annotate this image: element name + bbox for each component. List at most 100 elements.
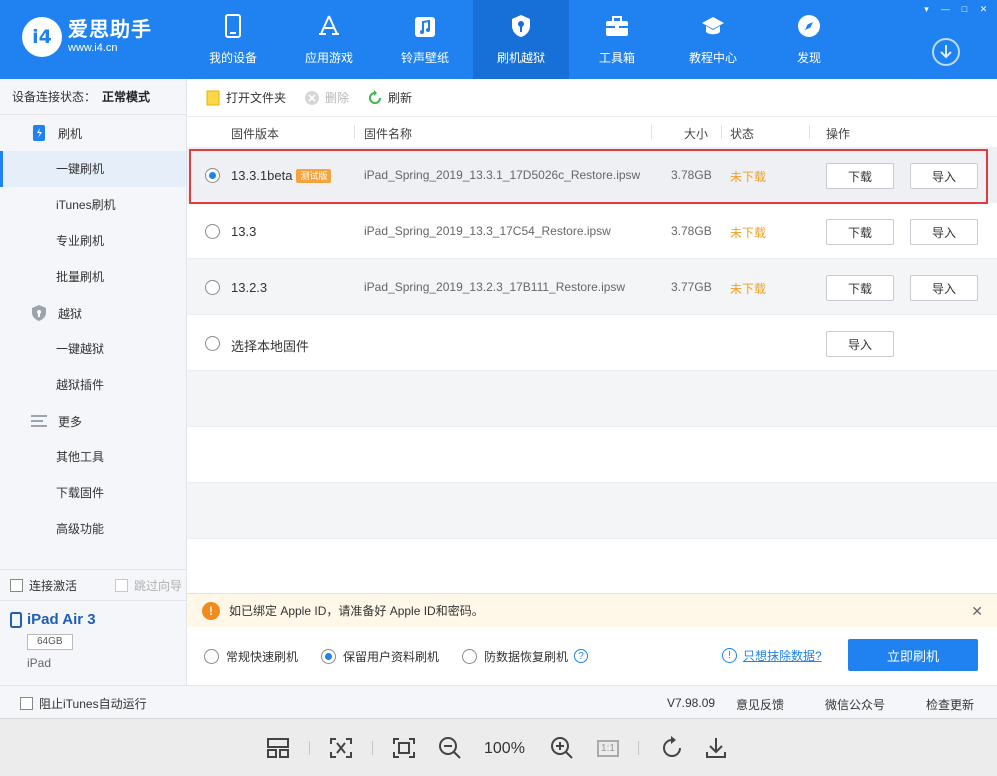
minimize-icon[interactable]: — (938, 2, 953, 16)
header-status: 状态 (730, 127, 755, 141)
skip-guide-checkbox[interactable] (115, 578, 129, 592)
notice-text: 如已绑定 Apple ID，请准备好 Apple ID和密码。 (229, 604, 484, 618)
device-info: iPad Air 3 64GB iPad (0, 601, 186, 680)
option-quick-flash[interactable]: 常规快速刷机 (204, 648, 298, 665)
local-firmware-row[interactable]: 选择本地固件 导入 (187, 315, 997, 371)
import-button[interactable]: 导入 (910, 275, 978, 301)
nav-label: 应用游戏 (304, 51, 353, 65)
import-button[interactable]: 导入 (910, 219, 978, 245)
sidebar-section-more[interactable]: 更多 (0, 403, 186, 439)
sidebar-item-download-firmware[interactable]: 下载固件 (0, 475, 186, 511)
firmware-filename: iPad_Spring_2019_13.2.3_17B111_Restore.i… (364, 280, 626, 294)
close-icon[interactable]: ✕ (976, 2, 991, 16)
header-divider (809, 125, 810, 139)
nav-tutorials[interactable]: 教程中心 (665, 0, 761, 79)
wechat-link[interactable]: 微信公众号 (825, 696, 885, 713)
menu-lines-icon (30, 412, 48, 430)
download-manager-icon[interactable] (932, 38, 960, 66)
option-keep-data-flash[interactable]: 保留用户资料刷机 (321, 648, 439, 665)
nav-flash-jailbreak[interactable]: 刷机越狱 (473, 0, 569, 79)
header-name: 固件名称 (364, 127, 413, 141)
device-type: iPad (27, 656, 52, 670)
auto-activate-checkbox[interactable] (10, 578, 23, 592)
refresh-button[interactable]: 刷新 (367, 89, 412, 106)
import-button[interactable]: 导入 (910, 163, 978, 189)
fullscreen-icon[interactable] (391, 736, 417, 760)
open-folder-button[interactable]: 打开文件夹 (205, 89, 286, 106)
nav-my-device[interactable]: 我的设备 (185, 0, 281, 79)
erase-data-link[interactable]: ! 只想抹除数据? (722, 647, 822, 664)
sidebar-section-jailbreak[interactable]: 越狱 (0, 295, 186, 331)
sidebar-item-jailbreak-plugins[interactable]: 越狱插件 (0, 367, 186, 403)
gallery-view-icon[interactable] (265, 736, 291, 760)
sidebar-item-other-tools[interactable]: 其他工具 (0, 439, 186, 475)
header-action: 操作 (826, 127, 851, 141)
flash-now-button[interactable]: 立即刷机 (848, 639, 978, 671)
app-store-icon (317, 14, 341, 38)
local-import-button[interactable]: 导入 (826, 331, 894, 357)
option-radio[interactable] (462, 648, 478, 664)
auto-activate-label: 连接激活 (29, 578, 78, 593)
download-button[interactable]: 下载 (826, 275, 894, 301)
delete-icon (304, 90, 320, 106)
fit-screen-icon[interactable] (328, 736, 354, 760)
firmware-version: 13.2.3 (231, 280, 268, 295)
firmware-radio[interactable] (205, 224, 220, 239)
sidebar-item-advanced[interactable]: 高级功能 (0, 511, 186, 547)
help-icon[interactable]: ? (574, 649, 589, 663)
logo-url: www.i4.cn (68, 42, 118, 54)
zoom-in-icon[interactable] (549, 736, 575, 760)
delete-button[interactable]: 删除 (304, 89, 349, 106)
nav-apps[interactable]: 应用游戏 (281, 0, 377, 79)
sidebar-item-batch-flash[interactable]: 批量刷机 (0, 259, 186, 295)
sidebar-section-label: 越狱 (58, 306, 83, 321)
firmware-size: 3.78GB (671, 168, 712, 182)
firmware-row[interactable]: 13.3.1beta 测试版 iPad_Spring_2019_13.3.1_17… (187, 147, 997, 203)
empty-row (187, 483, 997, 539)
skin-icon[interactable]: ▾ (919, 2, 934, 16)
sidebar-item-one-click-flash[interactable]: 一键刷机 (0, 151, 186, 187)
firmware-radio[interactable] (205, 168, 220, 183)
nav-label: 我的设备 (208, 51, 257, 65)
local-firmware-radio[interactable] (205, 336, 220, 351)
download-icon[interactable] (703, 736, 729, 760)
graduation-cap-icon (701, 14, 725, 38)
nav-ringtones[interactable]: 铃声壁纸 (377, 0, 473, 79)
option-radio[interactable] (321, 648, 337, 664)
download-button[interactable]: 下载 (826, 163, 894, 189)
firmware-status: 未下载 (730, 282, 767, 296)
erase-data-link-text: 只想抹除数据? (743, 649, 822, 663)
option-radio[interactable] (204, 648, 219, 664)
firmware-row[interactable]: 13.3 iPad_Spring_2019_13.3_17C54_Restore… (187, 203, 997, 259)
nav-toolbox[interactable]: 工具箱 (569, 0, 665, 79)
notice-close-icon[interactable]: ✕ (971, 603, 983, 620)
firmware-row[interactable]: 13.2.3 iPad_Spring_2019_13.2.3_17B111_Re… (187, 259, 997, 315)
firmware-status: 未下载 (730, 170, 767, 184)
check-update-link[interactable]: 检查更新 (926, 696, 974, 713)
rotate-icon[interactable] (659, 736, 685, 760)
firmware-version: 13.3 (231, 224, 257, 239)
shield-icon (30, 304, 48, 322)
download-button[interactable]: 下载 (826, 219, 894, 245)
sidebar-item-itunes-flash[interactable]: iTunes刷机 (0, 187, 186, 223)
sidebar-item-one-click-jailbreak[interactable]: 一键越狱 (0, 331, 186, 367)
block-itunes-checkbox[interactable] (20, 697, 33, 710)
sidebar-item-pro-flash[interactable]: 专业刷机 (0, 223, 186, 259)
maximize-icon[interactable]: □ (957, 2, 972, 16)
block-itunes-label: 阻止iTunes自动运行 (39, 697, 147, 711)
zoom-out-icon[interactable] (437, 736, 463, 760)
option-anti-recovery-flash[interactable]: 防数据恢复刷机 ? (462, 648, 589, 665)
actual-size-icon[interactable]: 1:1 (595, 736, 621, 760)
device-capacity-badge: 64GB (27, 634, 73, 650)
firmware-version: 13.3.1beta (231, 168, 293, 183)
option-label: 防数据恢复刷机 (484, 649, 569, 664)
firmware-size: 3.78GB (671, 224, 712, 238)
feedback-link[interactable]: 意见反馈 (736, 696, 784, 713)
firmware-radio[interactable] (205, 280, 220, 295)
connection-status: 设备连接状态： 正常模式 (0, 79, 186, 115)
firmware-filename: iPad_Spring_2019_13.3.1_17D5026c_Restore… (364, 168, 641, 182)
nav-discover[interactable]: 发现 (761, 0, 857, 79)
table-header: 固件版本 固件名称 大小 状态 操作 (187, 117, 997, 147)
header-version: 固件版本 (231, 127, 280, 141)
sidebar-section-flash[interactable]: 刷机 (0, 115, 186, 151)
